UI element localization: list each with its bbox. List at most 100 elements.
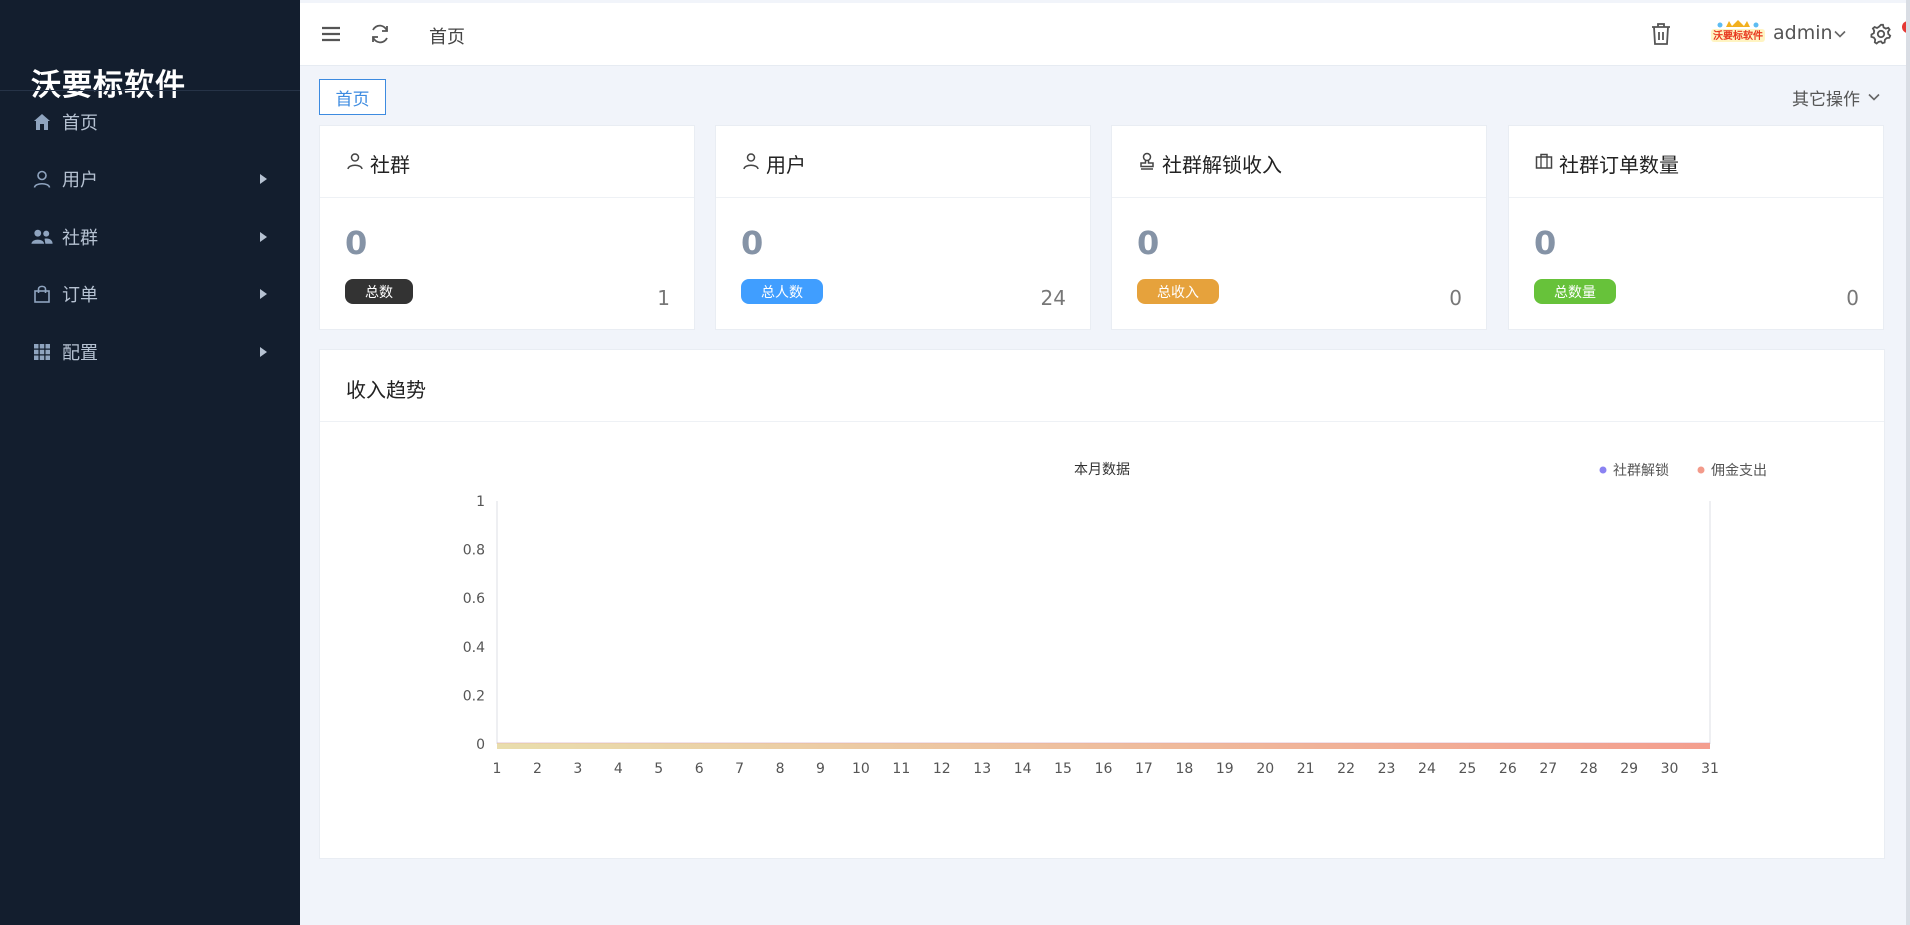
sidebar-item-config[interactable]: 配置 [0,327,300,377]
user-icon [31,168,53,190]
card-badge: 总收入 [1137,279,1219,304]
caret-right-icon [260,174,267,184]
legend-label: 社群解锁 [1613,463,1669,479]
sidebar-item-community[interactable]: 社群 [0,212,300,262]
legend-label: 佣金支出 [1711,463,1767,479]
x-tick-label: 13 [973,761,991,777]
card-header: 社群订单数量 [1509,126,1883,198]
x-tick-label: 31 [1701,761,1719,777]
x-tick-label: 14 [1014,761,1032,777]
brand-logo: 沃要标软件 [1711,20,1765,42]
card-value: 0 [1534,224,1557,262]
menu-icon[interactable] [318,21,344,47]
x-tick-label: 6 [695,761,704,777]
settings-icon[interactable] [1868,21,1894,47]
x-tick-label: 23 [1378,761,1396,777]
y-tick-label: 0.2 [463,688,485,704]
user-icon [743,153,759,170]
income-trend-chart: 本月数据00.20.40.60.811 2 3 4 5 6 7 8 9 10 11 12 13 14 15 1… [463,462,1767,777]
stat-card-users: 用户 0 总人数 24 [715,125,1091,330]
x-tick-label: 17 [1135,761,1153,777]
users-icon [31,226,53,248]
panel-header: 收入趋势 [320,350,1884,422]
card-badge: 总人数 [741,279,823,304]
user-icon [347,153,363,170]
card-value: 0 [345,224,368,262]
x-tick-label: 3 [573,761,582,777]
x-tick-label: 30 [1661,761,1679,777]
x-tick-label: 29 [1620,761,1638,777]
sidebar-item-label: 订单 [62,285,98,306]
income-trend-panel: 收入趋势 本月数据 0 0.2 0.4 0.6 0.8 1 1 2 3 4 5 6 7 8 9 10 11 12 13… [319,349,1885,859]
card-title: 社群解锁收入 [1162,153,1282,177]
card-title: 社群 [370,153,410,177]
sidebar-item-label: 社群 [62,228,98,249]
legend-marker [1697,466,1705,474]
sidebar-item-label: 配置 [62,343,98,364]
x-tick-label: 8 [776,761,785,777]
card-count: 0 [1846,286,1859,310]
x-tick-label: 5 [654,761,663,777]
stat-card-unlock-income: 社群解锁收入 0 总收入 0 [1111,125,1487,330]
x-tick-label: 22 [1337,761,1355,777]
y-tick-label: 0.6 [463,591,485,607]
caret-right-icon [260,289,267,299]
briefcase-icon [1535,153,1553,169]
sidebar-item-home[interactable]: 首页 [0,97,300,147]
y-tick-label: 0.4 [463,640,485,656]
sidebar-item-label: 首页 [62,113,98,134]
home-icon [31,111,53,133]
card-value: 0 [1137,224,1160,262]
card-badge: 总数量 [1534,279,1616,304]
x-tick-label: 27 [1539,761,1557,777]
sidebar: 沃要标软件 首页 用户 社群 订单 配置 [0,0,300,925]
card-title: 社群订单数量 [1559,153,1679,177]
x-tick-label: 9 [816,761,825,777]
card-badge: 总数 [345,279,413,304]
tab-home[interactable]: 首页 [319,79,386,115]
chevron-down-icon[interactable] [1833,27,1847,41]
scrollbar[interactable] [1906,0,1910,925]
stat-card-order-count: 社群订单数量 0 总数量 0 [1508,125,1884,330]
stamp-icon [1140,152,1154,170]
sidebar-item-orders[interactable]: 订单 [0,269,300,319]
user-menu[interactable]: admin [1773,22,1833,44]
x-tick-label: 24 [1418,761,1436,777]
card-title: 用户 [766,153,806,177]
x-tick-label: 4 [614,761,623,777]
x-tick-label: 2 [533,761,542,777]
card-value: 0 [741,224,764,262]
legend-marker [1599,466,1607,474]
sidebar-item-users[interactable]: 用户 [0,154,300,204]
refresh-icon[interactable] [367,21,393,47]
x-tick-label: 15 [1054,761,1072,777]
x-tick-label: 12 [933,761,951,777]
x-tick-label: 1 [493,761,502,777]
card-count: 0 [1449,286,1462,310]
y-tick-label: 0 [476,737,485,753]
caret-right-icon [260,347,267,357]
page-title: 首页 [429,27,465,48]
x-tick-label: 26 [1499,761,1517,777]
other-operations-dropdown[interactable]: 其它操作 [1792,85,1860,110]
x-tick-label: 21 [1297,761,1315,777]
caret-right-icon [260,232,267,242]
chevron-down-icon[interactable] [1867,90,1881,104]
x-tick-label: 7 [735,761,744,777]
shopping-bag-icon [31,283,53,305]
sidebar-item-label: 用户 [62,170,98,191]
logo-text: 沃要标软件 [1713,29,1763,42]
x-tick-label: 10 [852,761,870,777]
stat-card-community: 社群 0 总数 1 [319,125,695,330]
x-tick-label: 18 [1175,761,1193,777]
x-tick-label: 20 [1256,761,1274,777]
x-tick-label: 28 [1580,761,1598,777]
series-area [497,743,1710,749]
card-count: 24 [1040,286,1066,310]
panel-title: 收入趋势 [346,378,426,402]
x-tick-label: 25 [1458,761,1476,777]
x-tick-label: 16 [1095,761,1113,777]
y-tick-label: 0.8 [463,543,485,559]
card-count: 1 [657,286,670,310]
trash-icon[interactable] [1648,21,1674,47]
